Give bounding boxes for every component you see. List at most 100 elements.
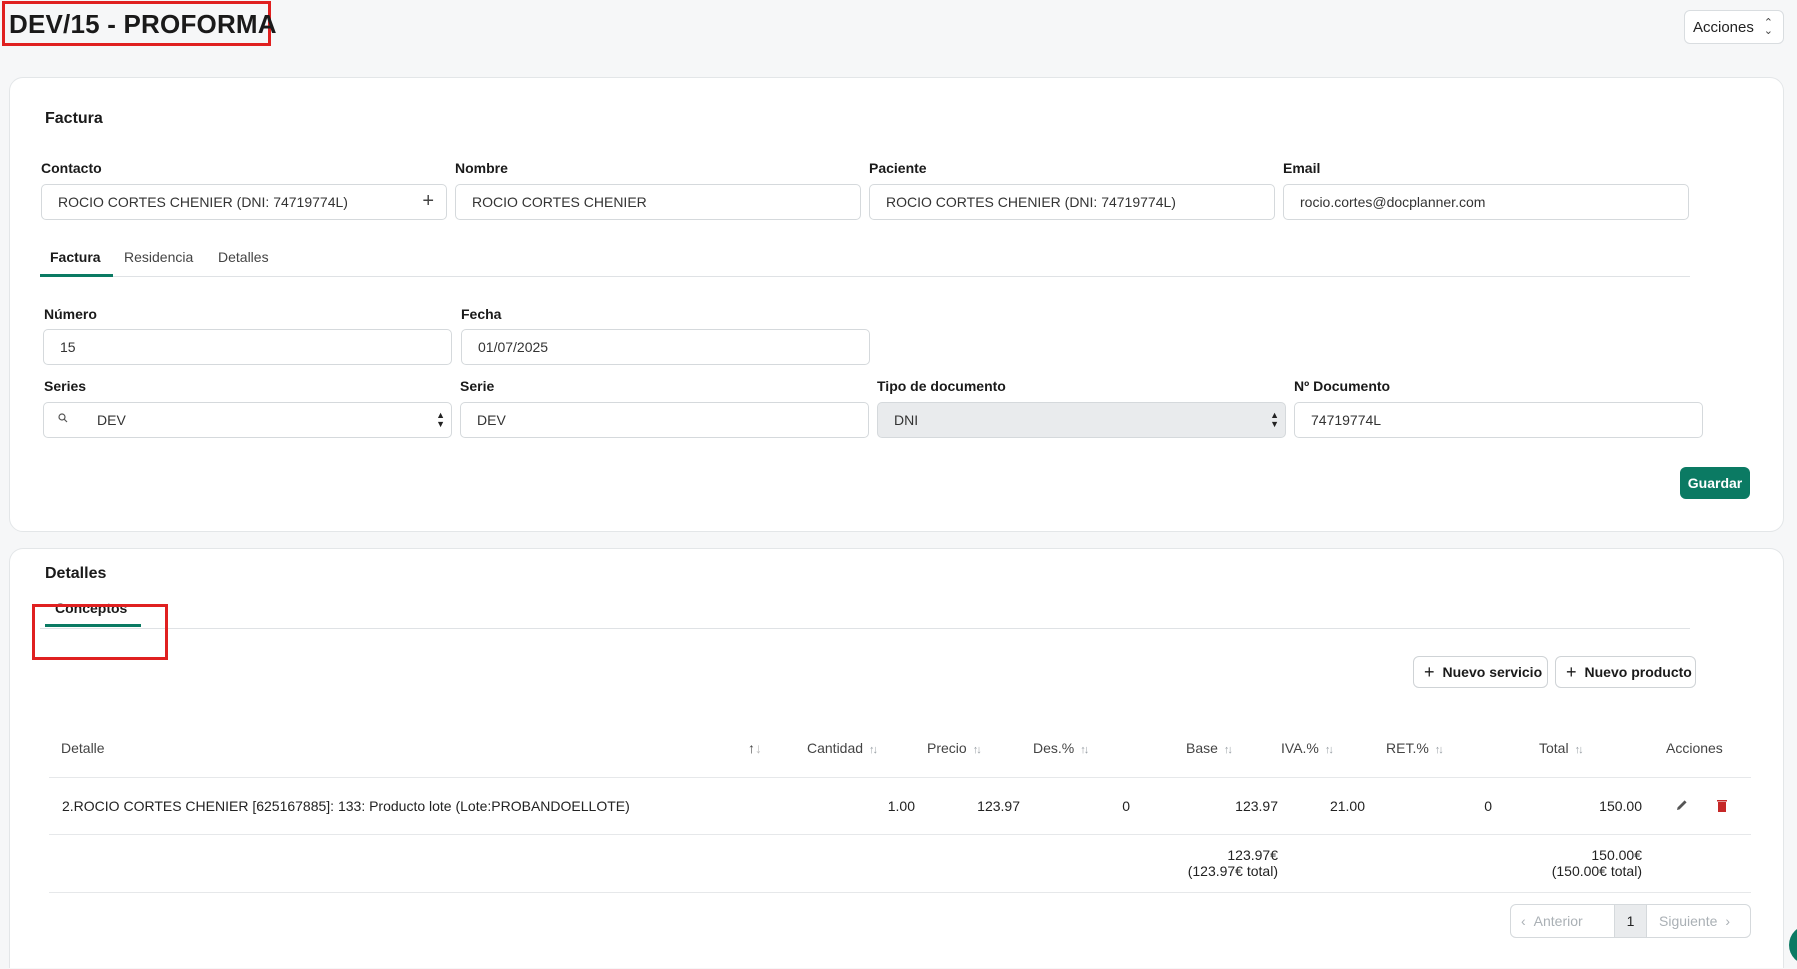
tab-detalles[interactable]: Detalles bbox=[218, 249, 269, 265]
tipo-documento-select[interactable]: DNI ▲ ▼ bbox=[877, 402, 1286, 438]
cell-cantidad: 1.00 bbox=[887, 798, 915, 814]
table-divider bbox=[49, 892, 1751, 893]
cell-des: 0 bbox=[1122, 798, 1130, 814]
sort-icon: ↑↓ bbox=[1324, 744, 1334, 756]
sort-icon: ↑↓ bbox=[869, 744, 878, 756]
nombre-field[interactable]: ROCIO CORTES CHENIER bbox=[455, 184, 861, 220]
help-fab[interactable] bbox=[1789, 925, 1797, 965]
contacto-value: ROCIO CORTES CHENIER (DNI: 74719774L) bbox=[58, 194, 348, 210]
fecha-field[interactable]: 01/07/2025 bbox=[461, 329, 870, 365]
column-header-label: Total bbox=[1539, 740, 1569, 756]
base-total-value: 123.97€ bbox=[1227, 847, 1278, 863]
column-header-ret[interactable]: RET.% ↑↓ bbox=[1386, 740, 1444, 756]
paciente-label: Paciente bbox=[869, 160, 927, 176]
sort-icon: ↑↓ bbox=[972, 744, 982, 756]
nombre-label: Nombre bbox=[455, 160, 508, 176]
sort-asc-icon[interactable]: ↑↓ bbox=[748, 740, 762, 756]
column-header-total[interactable]: Total ↑↓ bbox=[1539, 740, 1584, 756]
plus-icon: + bbox=[1424, 662, 1435, 682]
detalles-tabs-divider bbox=[40, 628, 1690, 629]
nuevo-servicio-label: Nuevo servicio bbox=[1442, 664, 1543, 680]
column-header-iva[interactable]: IVA.% ↑↓ bbox=[1281, 740, 1334, 756]
search-icon bbox=[58, 413, 68, 423]
series-select[interactable]: DEV ▲ ▼ bbox=[43, 402, 452, 438]
fecha-label: Fecha bbox=[461, 306, 502, 322]
base-total-note: (123.97€ total) bbox=[1187, 863, 1278, 879]
next-page-button[interactable]: Siguiente › bbox=[1647, 905, 1750, 937]
cell-ret: 0 bbox=[1484, 798, 1492, 814]
serie-field[interactable]: DEV bbox=[460, 402, 869, 438]
contacto-field[interactable]: ROCIO CORTES CHENIER (DNI: 74719774L) + bbox=[41, 184, 447, 220]
updown-icon: ▲ ▼ bbox=[436, 410, 445, 429]
column-header-detalle[interactable]: Detalle bbox=[61, 740, 105, 756]
prev-page-button[interactable]: ‹ Anterior bbox=[1511, 905, 1615, 937]
email-field[interactable]: rocio.cortes@docplanner.com bbox=[1283, 184, 1689, 220]
tabs-divider bbox=[40, 276, 1690, 277]
email-label: Email bbox=[1283, 160, 1321, 176]
column-header-label: Precio bbox=[927, 740, 967, 756]
save-button[interactable]: Guardar bbox=[1680, 467, 1750, 499]
cell-detalle: 2.ROCIO CORTES CHENIER [625167885]: 133:… bbox=[62, 798, 630, 814]
nuevo-producto-button[interactable]: + Nuevo producto bbox=[1555, 656, 1696, 688]
tipo-documento-label: Tipo de documento bbox=[877, 378, 1006, 394]
numero-label: Número bbox=[44, 306, 97, 322]
paciente-field[interactable]: ROCIO CORTES CHENIER (DNI: 74719774L) bbox=[869, 184, 1275, 220]
column-header-precio[interactable]: Precio ↑↓ bbox=[927, 740, 982, 756]
cell-total: 150.00 bbox=[1599, 798, 1642, 814]
series-value: DEV bbox=[97, 412, 126, 428]
column-header-base[interactable]: Base ↑↓ bbox=[1186, 740, 1233, 756]
series-label: Series bbox=[44, 378, 87, 394]
acciones-select-label: Acciones bbox=[1693, 18, 1754, 36]
page-title: DEV/15 - PROFORMA bbox=[9, 9, 277, 39]
column-header-label: RET.% bbox=[1386, 740, 1429, 756]
column-header-cantidad[interactable]: Cantidad ↑↓ bbox=[807, 740, 878, 756]
sort-icon: ↑↓ bbox=[1574, 744, 1584, 756]
fecha-value: 01/07/2025 bbox=[478, 339, 549, 355]
n-documento-label: Nº Documento bbox=[1294, 378, 1391, 394]
grand-total-cell: 150.00€ (150.00€ total) bbox=[1500, 847, 1642, 879]
column-header-label: Detalle bbox=[61, 740, 105, 756]
table-divider bbox=[49, 834, 1751, 835]
detalles-section-title: Detalles bbox=[45, 565, 107, 582]
updown-icon: ▲ ▼ bbox=[1270, 410, 1279, 429]
sort-icon: ↑↓ bbox=[1080, 744, 1089, 756]
edit-icon[interactable] bbox=[1675, 798, 1689, 812]
tab-residencia[interactable]: Residencia bbox=[124, 249, 193, 265]
column-header-label: IVA.% bbox=[1281, 740, 1319, 756]
page-button-1[interactable]: 1 bbox=[1615, 905, 1647, 937]
paciente-value: ROCIO CORTES CHENIER (DNI: 74719774L) bbox=[886, 194, 1176, 210]
prev-page-label: Anterior bbox=[1533, 913, 1583, 929]
pagination: ‹ Anterior 1 Siguiente › bbox=[1510, 904, 1751, 938]
grand-total-value: 150.00€ bbox=[1591, 847, 1642, 863]
serie-label: Serie bbox=[460, 378, 495, 394]
tab-active-underline bbox=[40, 274, 113, 277]
factura-section-title: Factura bbox=[45, 110, 103, 127]
serie-value: DEV bbox=[477, 412, 506, 428]
contacto-label: Contacto bbox=[41, 160, 102, 176]
nombre-value: ROCIO CORTES CHENIER bbox=[472, 194, 647, 210]
acciones-select[interactable]: Acciones ⌃ ⌄ bbox=[1684, 10, 1784, 44]
nuevo-servicio-button[interactable]: + Nuevo servicio bbox=[1413, 656, 1548, 688]
numero-value: 15 bbox=[60, 339, 76, 355]
table-divider bbox=[49, 777, 1751, 778]
n-documento-value: 74719774L bbox=[1311, 412, 1382, 428]
chevron-right-icon: › bbox=[1725, 913, 1731, 929]
column-header-acciones: Acciones bbox=[1666, 740, 1723, 756]
column-header-label: Cantidad bbox=[807, 740, 864, 756]
base-total-cell: 123.97€ (123.97€ total) bbox=[1140, 847, 1278, 879]
plus-icon: + bbox=[1566, 662, 1577, 682]
cell-precio: 123.97 bbox=[977, 798, 1020, 814]
column-header-des[interactable]: Des.% ↑↓ bbox=[1033, 740, 1089, 756]
email-value: rocio.cortes@docplanner.com bbox=[1300, 194, 1486, 210]
sort-icon: ↑↓ bbox=[1223, 744, 1233, 756]
n-documento-field[interactable]: 74719774L bbox=[1294, 402, 1703, 438]
trash-icon[interactable] bbox=[1716, 799, 1728, 812]
sort-icon: ↑↓ bbox=[1434, 744, 1444, 756]
factura-card bbox=[9, 77, 1784, 532]
numero-field[interactable]: 15 bbox=[43, 329, 452, 365]
conceptos-highlight-box bbox=[32, 604, 168, 660]
cell-iva: 21.00 bbox=[1329, 798, 1365, 814]
tab-factura[interactable]: Factura bbox=[50, 249, 101, 265]
plus-icon[interactable]: + bbox=[422, 191, 434, 211]
grand-total-note: (150.00€ total) bbox=[1551, 863, 1642, 879]
